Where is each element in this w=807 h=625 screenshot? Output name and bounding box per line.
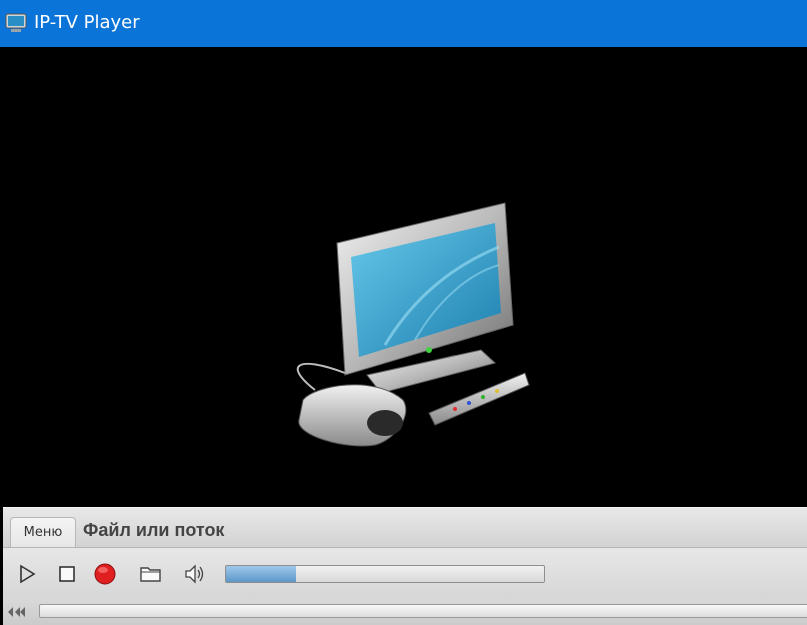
playback-controls xyxy=(3,547,807,600)
video-area[interactable] xyxy=(3,47,807,507)
record-button[interactable] xyxy=(93,562,117,586)
speaker-icon xyxy=(185,564,204,584)
volume-slider[interactable] xyxy=(225,565,545,583)
play-icon xyxy=(20,564,36,584)
title-bar[interactable]: IP-TV Player xyxy=(0,0,807,47)
stop-icon xyxy=(59,566,75,582)
record-icon xyxy=(94,563,116,585)
rewind-icon[interactable] xyxy=(6,605,32,619)
tv-app-icon xyxy=(5,13,27,33)
seek-slider[interactable] xyxy=(39,604,807,618)
window-title: IP-TV Player xyxy=(34,12,140,33)
play-button[interactable] xyxy=(15,562,39,586)
tab-menu[interactable]: Меню xyxy=(10,517,76,548)
stop-button[interactable] xyxy=(55,562,79,586)
volume-slider-fill xyxy=(226,566,296,582)
tab-strip: Меню Файл или поток xyxy=(3,507,807,548)
folder-icon xyxy=(140,567,161,582)
app-window: IP-TV Player Меню Файл или поток xyxy=(0,0,807,625)
volume-button[interactable] xyxy=(183,562,207,586)
tab-file-or-stream[interactable]: Файл или поток xyxy=(83,520,224,541)
bottom-panel: Меню Файл или поток xyxy=(3,507,807,625)
open-folder-button[interactable] xyxy=(139,562,163,586)
tv-logo-illustration xyxy=(296,202,530,447)
seek-row xyxy=(3,599,807,625)
